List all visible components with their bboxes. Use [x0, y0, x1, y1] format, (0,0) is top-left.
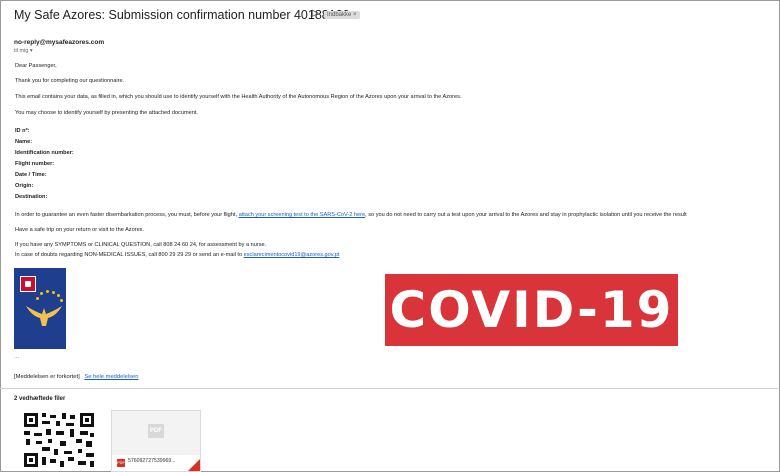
pdf-preview-icon: PDF — [148, 424, 164, 438]
view-full-message-link[interactable]: Se hele meddelelsen — [84, 374, 138, 380]
inbox-label-badge[interactable]: Indbakke × — [324, 11, 360, 19]
field-identification-number: Identification number: — [15, 150, 74, 156]
field-destination: Destination: — [15, 194, 48, 200]
portugal-shield-icon — [20, 276, 36, 292]
field-date-time: Date / Time: — [15, 172, 47, 178]
greeting: Dear Passenger, — [15, 63, 57, 69]
support-email-link[interactable]: esclarecimentocovid19@azores.gov.pt — [244, 252, 340, 258]
qr-code-attachment[interactable] — [22, 411, 96, 469]
email-subject: My Safe Azores: Submission confirmation … — [14, 8, 350, 22]
pdf-corner-fold-icon — [188, 459, 200, 471]
field-flight-number: Flight number: — [15, 161, 55, 167]
pdf-file-icon: PDF — [117, 459, 125, 467]
thanks-text: Thank you for completing our questionnai… — [15, 78, 125, 84]
guarantee-post: , so you do not need to carry out a test… — [365, 212, 687, 218]
guarantee-text: In order to guarantee an even faster dis… — [15, 212, 687, 218]
doubts-text: In case of doubts regarding NON-MEDICAL … — [15, 252, 339, 258]
pdf-file-name: 576092727539969... — [128, 458, 176, 464]
flag-star — [46, 290, 49, 293]
attachments-title: 2 vedhæftede filer — [14, 396, 66, 402]
doc-note-text: You may choose to identify yourself by p… — [15, 110, 198, 116]
email-window — [0, 0, 780, 472]
truncated-label: [Meddelelsen er forkortet] — [14, 374, 80, 380]
symptoms-text: If you have any SYMPTOMS or CLINICAL QUE… — [15, 242, 267, 248]
azores-flag-image — [14, 268, 66, 349]
safe-trip-text: Have a safe trip on your return or visit… — [15, 227, 145, 233]
recipient-dropdown[interactable]: til mig ▾ — [14, 48, 33, 54]
flag-star — [57, 294, 60, 297]
field-origin: Origin: — [15, 183, 34, 189]
important-marker-icon[interactable]: ᐅ — [311, 9, 319, 20]
truncated-notice: [Meddelelsen er forkortet] Se hele medde… — [14, 374, 139, 380]
guarantee-pre: In order to guarantee an even faster dis… — [15, 212, 238, 218]
sender-address[interactable]: no-reply@mysafeazores.com — [14, 39, 104, 46]
quoted-text-ellipsis[interactable]: ... — [14, 354, 19, 360]
flag-star — [52, 291, 55, 294]
field-id: ID nº: — [15, 128, 30, 134]
goshawk-icon — [26, 306, 62, 326]
covid-banner: COVID-19 — [385, 274, 678, 346]
attachments-divider — [0, 388, 778, 389]
flag-star — [36, 297, 39, 300]
attach-test-link[interactable]: attach your screening test to the SARS-C… — [239, 212, 366, 218]
flag-star — [40, 292, 43, 295]
doubts-pre: In case of doubts regarding NON-MEDICAL … — [15, 252, 243, 258]
info-text: This email contains your data, as filled… — [15, 94, 462, 100]
pdf-attachment-card[interactable]: PDF PDF 576092727539969... — [111, 410, 201, 472]
field-name: Name: — [15, 139, 33, 145]
